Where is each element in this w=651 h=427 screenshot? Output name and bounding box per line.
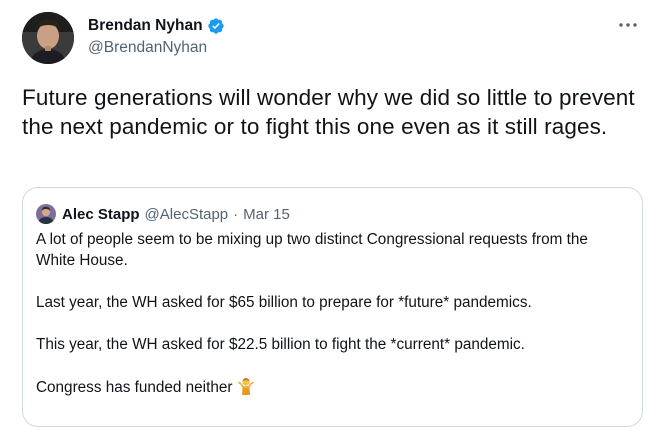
tweet-text: Future generations will wonder why we di… [22,85,635,139]
profile-photo-icon [36,204,56,224]
separator-dot: · [233,205,239,223]
more-horizontal-icon [619,23,637,27]
quoted-tweet-date[interactable]: Mar 15 [243,206,290,223]
tweet: Brendan Nyhan @BrendanNyhan Future gener… [0,0,651,427]
quoted-author-avatar[interactable] [36,204,56,224]
verified-badge-icon [207,18,224,34]
quoted-paragraph-last: Congress has funded neither [36,376,631,398]
quoted-paragraph: Last year, the WH asked for $65 billion … [36,294,532,311]
quoted-tweet-body: A lot of people seem to be mixing up two… [36,229,631,419]
quoted-author-display-name[interactable]: Alec Stapp [62,206,140,223]
profile-photo-icon [22,12,74,64]
quoted-tweet-header: Alec Stapp @AlecStapp · Mar 15 [36,203,290,225]
author-display-name[interactable]: Brendan Nyhan [88,17,203,35]
quoted-paragraph: A lot of people seem to be mixing up two… [36,231,588,269]
quoted-tweet[interactable]: Alec Stapp @AlecStapp · Mar 15 A lot of … [22,187,643,427]
quoted-author-handle[interactable]: @AlecStapp [145,206,229,223]
author-name-row: Brendan Nyhan [88,16,225,36]
author-avatar[interactable] [22,12,74,64]
author-block: Brendan Nyhan @BrendanNyhan [88,16,225,57]
quoted-paragraph: This year, the WH asked for $22.5 billio… [36,336,525,353]
person-shrugging-emoji-icon [238,378,255,395]
quoted-paragraph-text: Congress has funded neither [36,379,233,396]
author-handle[interactable]: @BrendanNyhan [88,39,225,57]
more-options-button[interactable] [615,14,641,36]
